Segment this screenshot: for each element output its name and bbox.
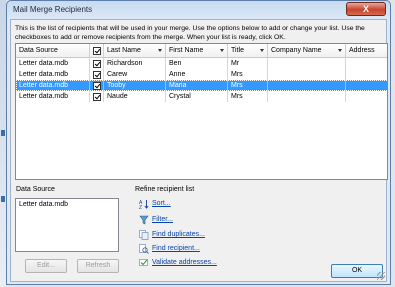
refine-list-label: Refine recipient list [135, 186, 195, 193]
header-first-name[interactable]: First Name [166, 44, 228, 58]
header-last-name[interactable]: Last Name [104, 44, 166, 58]
include-checkbox[interactable] [93, 59, 101, 68]
include-cell[interactable] [90, 91, 104, 102]
header-title[interactable]: Title [228, 44, 268, 58]
close-icon: X [362, 4, 369, 14]
table-row[interactable]: Letter data.mdb Tooby Maria Mrs [16, 80, 387, 91]
cell-data-source[interactable]: Letter data.mdb [16, 91, 90, 102]
cell-title[interactable]: Mrs [228, 91, 268, 102]
cell-first-name[interactable]: Ben [166, 58, 228, 69]
cell-company-name[interactable] [268, 69, 346, 80]
header-company-name[interactable]: Company Name [268, 44, 346, 58]
cell-data-source[interactable]: Letter data.mdb [16, 58, 90, 69]
cell-data-source[interactable]: Letter data.mdb [16, 80, 90, 91]
cell-address[interactable] [346, 58, 387, 69]
cell-company-name[interactable] [268, 58, 346, 69]
cell-text: Maria [169, 82, 187, 89]
chevron-down-icon[interactable] [220, 49, 224, 52]
chevron-down-icon[interactable] [260, 49, 264, 52]
cell-address[interactable] [346, 91, 387, 102]
find-recipient-icon [139, 244, 149, 254]
sort-link[interactable]: Sort... [152, 200, 171, 207]
list-item[interactable]: Letter data.mdb [19, 201, 68, 208]
include-checkbox[interactable] [93, 70, 101, 79]
cell-first-name[interactable]: Maria [166, 80, 228, 91]
cell-text: Mrs [231, 93, 243, 100]
table-row[interactable]: Letter data.mdb Richardson Ben Mr [16, 58, 387, 69]
header-data-source[interactable]: Data Source [16, 44, 90, 58]
cell-text: Carew [107, 71, 128, 78]
mail-merge-recipients-dialog: Mail Merge Recipients X This is the list… [6, 0, 391, 285]
close-button[interactable]: X [346, 2, 386, 16]
cell-company-name[interactable] [268, 80, 346, 91]
cell-text: Tooby [107, 82, 126, 89]
cell-text: Letter data.mdb [19, 82, 69, 89]
filter-link[interactable]: Filter... [152, 216, 173, 223]
cell-address[interactable] [346, 80, 387, 91]
find-duplicates-icon [139, 230, 149, 240]
ok-button[interactable]: OK [331, 264, 383, 278]
dialog-title: Mail Merge Recipients [13, 5, 93, 14]
include-checkbox[interactable] [93, 92, 101, 101]
chevron-down-icon[interactable] [158, 49, 162, 52]
cell-first-name[interactable]: Anne [166, 69, 228, 80]
include-cell[interactable] [90, 80, 104, 91]
cell-title[interactable]: Mrs [228, 69, 268, 80]
cell-address[interactable] [346, 69, 387, 80]
validate-addresses-icon [139, 259, 148, 266]
background-marker [1, 130, 5, 136]
background-marker [1, 196, 5, 202]
svg-text:Z: Z [139, 205, 142, 209]
cell-text: Richardson [107, 60, 143, 67]
cell-last-name[interactable]: Carew [104, 69, 166, 80]
cell-text: Letter data.mdb [19, 60, 69, 67]
edit-button[interactable]: Edit... [25, 259, 67, 273]
cell-text: Mrs [231, 82, 243, 89]
table-row[interactable]: Letter data.mdb Naude Crystal Mrs [16, 91, 387, 102]
title-bar[interactable]: Mail Merge Recipients X [7, 1, 390, 19]
cell-text: Naude [107, 93, 128, 100]
sort-icon: A Z [139, 200, 149, 209]
include-checkbox[interactable] [93, 81, 101, 90]
header-select-all[interactable] [90, 44, 104, 58]
cell-last-name[interactable]: Naude [104, 91, 166, 102]
cell-last-name[interactable]: Tooby [104, 80, 166, 91]
cell-data-source[interactable]: Letter data.mdb [16, 69, 90, 80]
cell-title[interactable]: Mrs [228, 80, 268, 91]
cell-first-name[interactable]: Crystal [166, 91, 228, 102]
include-cell[interactable] [90, 69, 104, 80]
header-address[interactable]: Address [346, 44, 387, 58]
data-source-list[interactable]: Letter data.mdb [15, 198, 119, 252]
cell-text: Letter data.mdb [19, 93, 69, 100]
find-recipient-link[interactable]: Find recipient... [152, 245, 200, 252]
refresh-button[interactable]: Refresh [77, 259, 119, 273]
chevron-down-icon[interactable] [338, 49, 342, 52]
dialog-body: This is the list of recipients that will… [10, 19, 388, 282]
intro-text: This is the list of recipients that will… [15, 25, 365, 41]
cell-text: Anne [169, 71, 186, 78]
table-row[interactable]: Letter data.mdb Carew Anne Mrs [16, 69, 387, 80]
cell-last-name[interactable]: Richardson [104, 58, 166, 69]
validate-addresses-link[interactable]: Validate addresses... [152, 259, 217, 266]
data-source-label: Data Source [16, 186, 55, 193]
cell-company-name[interactable] [268, 91, 346, 102]
include-cell[interactable] [90, 58, 104, 69]
select-all-checkbox[interactable] [93, 47, 101, 55]
filter-icon [139, 215, 149, 225]
cell-text: Mrs [231, 71, 243, 78]
cell-text: Ben [169, 60, 182, 67]
resize-grip[interactable] [377, 272, 385, 280]
recipients-table[interactable]: Data Source Last Name First Name Title C… [15, 43, 388, 180]
table-header: Data Source Last Name First Name Title C… [16, 44, 387, 58]
find-duplicates-link[interactable]: Find duplicates... [152, 231, 205, 238]
cell-title[interactable]: Mr [228, 58, 268, 69]
cell-text: Crystal [169, 93, 191, 100]
cell-text: Letter data.mdb [19, 71, 69, 78]
cell-text: Mr [231, 60, 240, 67]
